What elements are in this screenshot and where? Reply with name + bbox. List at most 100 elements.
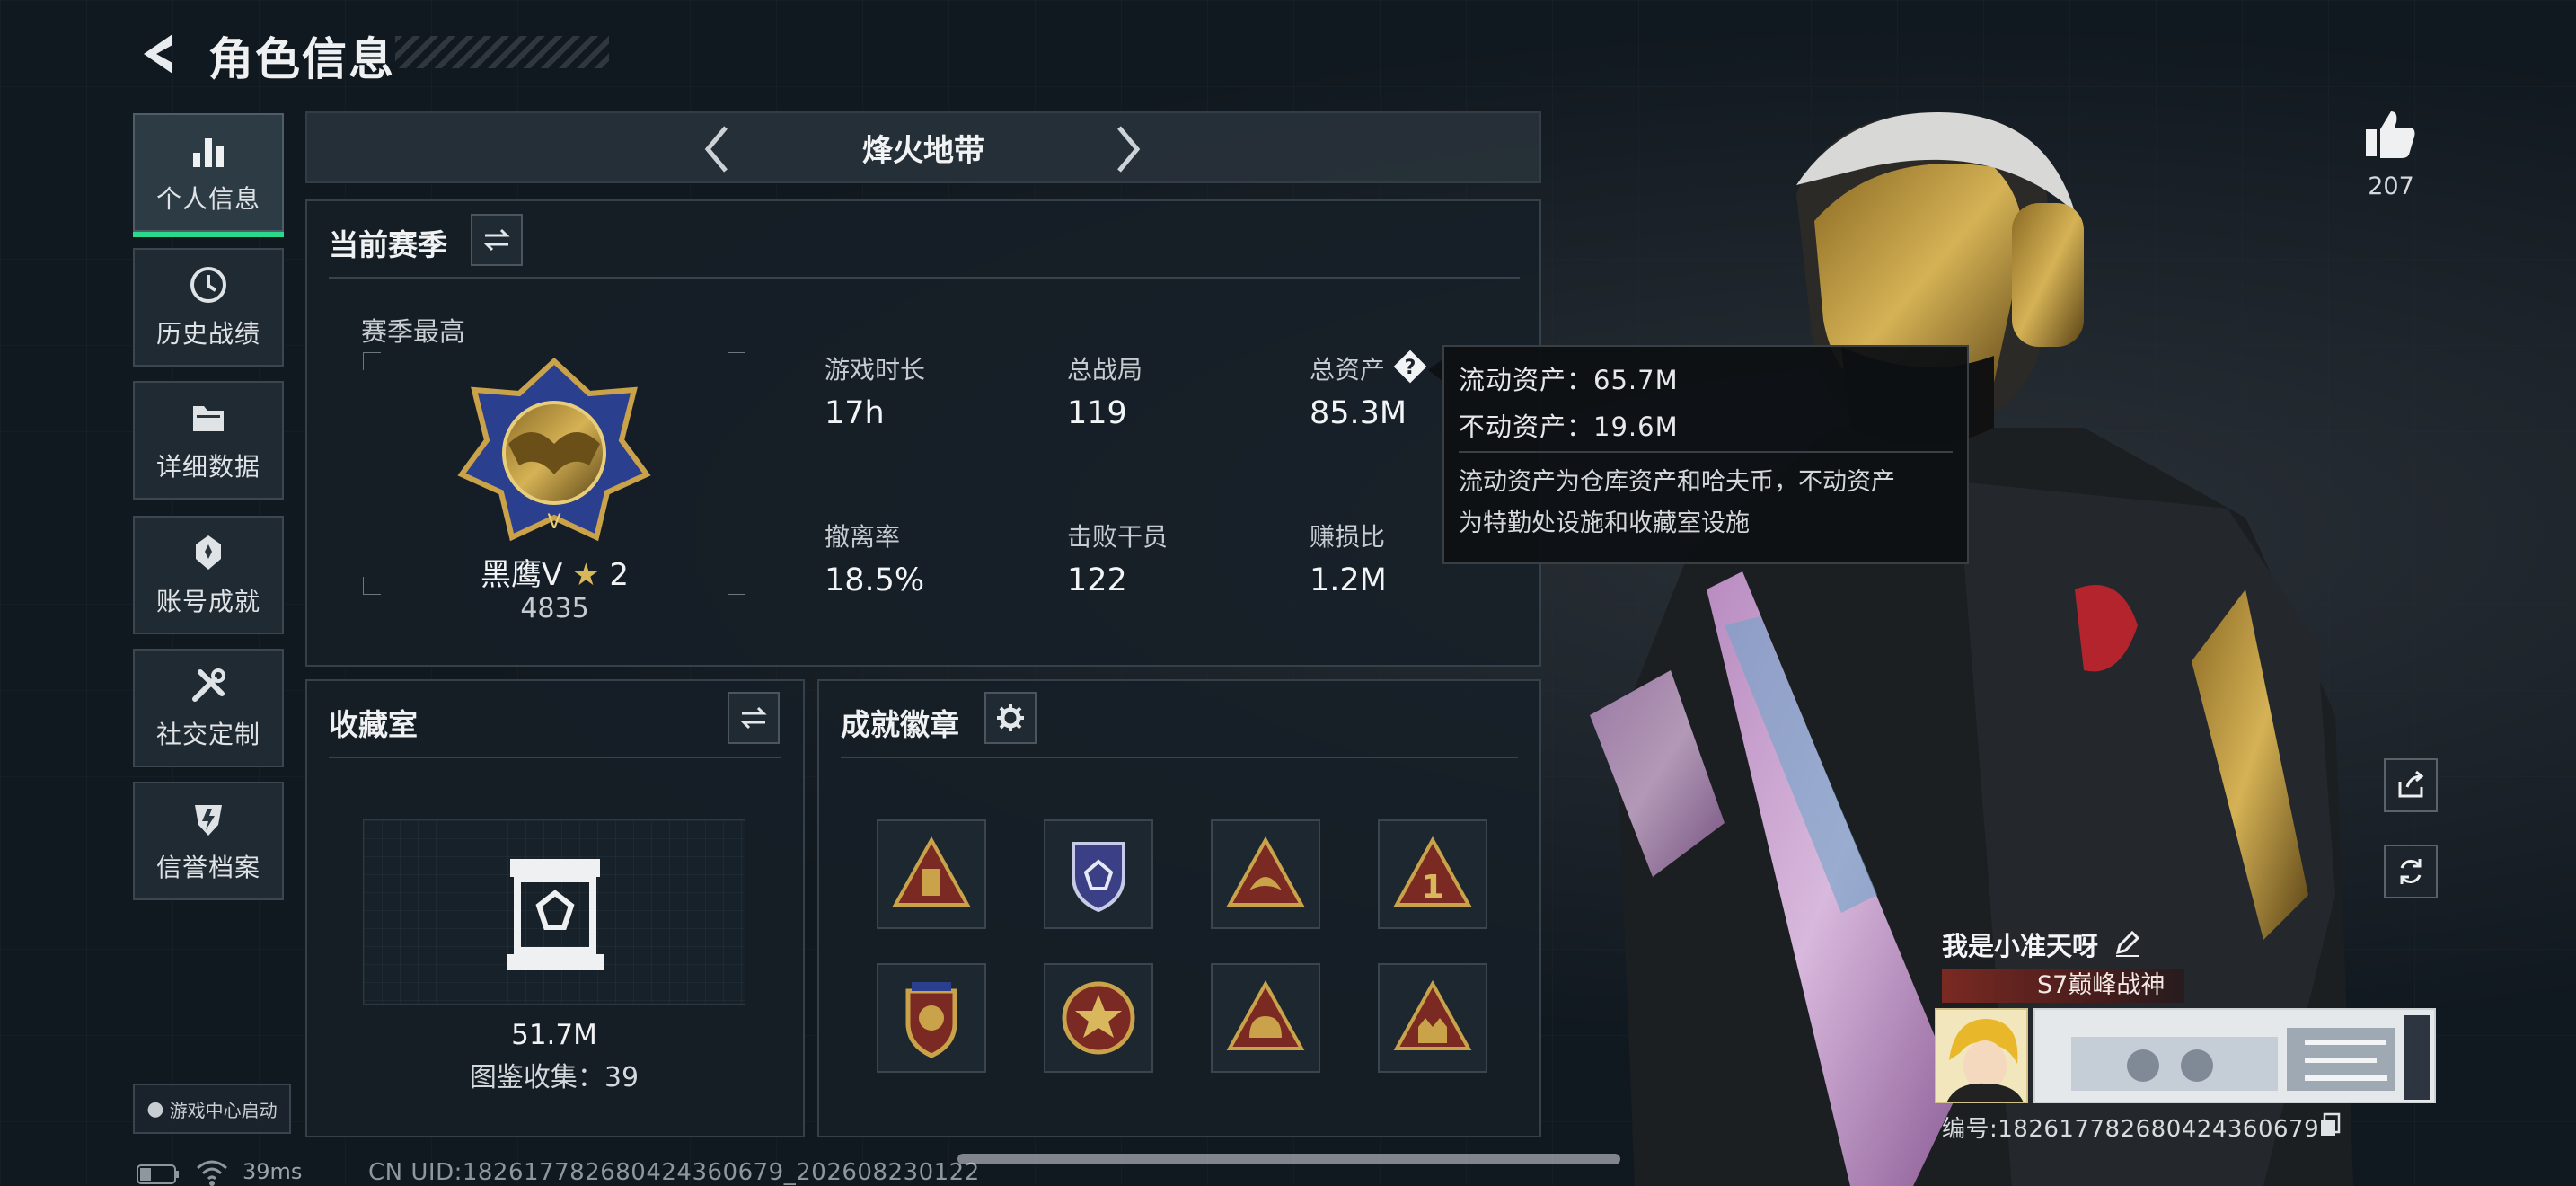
stat-label-playtime: 游戏时长 [825,355,926,385]
stat-value-playtime: 17h [825,395,885,431]
stat-value-matches: 119 [1067,395,1127,431]
tooltip-desc-line: 流动资产为仓库资产和哈夫币，不动资产 [1459,468,1895,496]
uid-text: CN UID:182617782680424360679_20260823012… [368,1159,980,1186]
stat-value-kills: 122 [1067,562,1127,598]
avatar[interactable] [1935,1008,2028,1103]
wifi-icon [197,1160,227,1186]
achievements-settings-button[interactable] [984,692,1037,744]
refresh-button[interactable] [2384,845,2438,898]
avatar-image [1936,1010,2026,1102]
stat-value-profit-ratio: 1.2M [1310,562,1387,598]
sidebar-item-reputation[interactable]: 信誉档案 [133,782,284,900]
achievement-badge[interactable] [1211,819,1320,929]
star-seal-badge-icon [1062,981,1135,1055]
stat-label-matches: 总战局 [1067,355,1143,385]
game-center-launch[interactable]: ● 游戏中心启动 [133,1084,291,1134]
season-title: 当前赛季 [329,227,447,262]
mode-label: 烽火地带 [862,133,984,169]
share-icon [2398,770,2424,798]
collection-divider [329,757,781,758]
player-name: 我是小准天呀 [1942,931,2099,961]
stat-value-extract-rate: 18.5% [825,562,925,598]
triangle-dragon-badge-icon [1226,836,1305,907]
page-title: 角色信息 [208,33,395,85]
tooltip-fixed-assets: 不动资产：19.6M [1459,412,1679,442]
shield-icon [195,805,222,836]
share-button[interactable] [2384,758,2438,812]
thumbs-up-icon[interactable] [2362,106,2418,162]
tooltip-divider [1459,451,1953,453]
bar-chart-icon [193,138,224,167]
achievement-badge[interactable] [877,819,986,929]
sidebar-item-label: 详细数据 [155,452,260,482]
season-switch-button[interactable] [471,214,523,266]
svg-text:?: ? [1405,357,1416,379]
home-indicator[interactable] [957,1154,1620,1164]
achievements-title: 成就徽章 [841,707,959,742]
sidebar-item-label: 个人信息 [155,184,260,214]
collection-value: 51.7M [511,1019,597,1051]
sidebar-item-label: 信誉档案 [155,853,260,882]
triangle-helmet-badge-icon [1226,979,1305,1050]
rank-stars: 2 [609,557,629,593]
gear-icon [997,704,1024,731]
sidebar-item-label: 历史战绩 [155,319,260,349]
player-name-card[interactable] [2033,1008,2436,1103]
chevron-right-icon[interactable] [1110,122,1146,176]
stat-label-profit-ratio: 赚损比 [1310,522,1386,552]
refresh-icon [2400,859,2422,884]
back-arrow-icon[interactable] [135,29,180,79]
sidebar-item-social[interactable]: 社交定制 [133,649,284,767]
edit-icon[interactable] [2113,927,2143,958]
achievement-badge[interactable] [1378,963,1487,1073]
player-id: 编号:182617782680424360679 [1942,1116,2320,1143]
stat-label-extract-rate: 撤离率 [825,522,901,552]
triangle-figures-badge-icon [1393,979,1472,1050]
achievement-badge[interactable] [877,963,986,1073]
achievement-badge[interactable] [1044,963,1153,1073]
chevron-left-icon[interactable] [699,122,735,176]
achievement-icon [196,535,221,570]
rank-name-text: 黑鹰V [480,557,563,593]
help-icon[interactable]: ? [1390,347,1430,386]
swap-icon [483,228,510,252]
triangle-one-badge-icon: 1 [1393,836,1472,907]
svg-text:V: V [547,511,560,534]
tooltip-liquid-assets: 流动资产：65.7M [1459,365,1679,395]
swap-icon [740,706,767,730]
stat-value-assets: 85.3M [1310,395,1407,431]
history-icon [190,267,226,303]
sidebar-item-label: 账号成就 [155,587,260,616]
rank-score: 4835 [520,593,589,624]
player-title-badge: S7巅峰战神 [1942,969,2184,1003]
collection-title: 收藏室 [329,707,418,742]
collection-switch-button[interactable] [728,692,780,744]
ping-value: 39ms [243,1159,303,1184]
folder-icon [193,406,224,431]
achievement-badge[interactable]: 1 [1378,819,1487,929]
rank-name: 黑鹰V ★ 2 [395,550,714,594]
crest-badge-icon [905,982,957,1058]
like-count: 207 [2368,173,2414,200]
achievements-divider [841,757,1518,758]
achievement-badge[interactable] [1211,963,1320,1073]
battery-icon [137,1164,179,1184]
sidebar-item-details[interactable]: 详细数据 [133,381,284,500]
svg-text:1: 1 [1421,869,1443,906]
sidebar-item-personal-info[interactable]: 个人信息 [133,113,284,237]
sidebar-item-history[interactable]: 历史战绩 [133,248,284,367]
tooltip-caret [1428,359,1442,381]
tooltip-description: 流动资产为仓库资产和哈夫币，不动资产 为特勤处设施和收藏室设施 [1459,462,1958,544]
sidebar-item-achievements[interactable]: 账号成就 [133,516,284,634]
display-case-icon [507,859,604,970]
triangle-tower-badge-icon [892,836,971,907]
star-icon: ★ [572,557,600,593]
achievement-badge[interactable] [1044,819,1153,929]
title-decoration [395,36,609,68]
game-center-label: 游戏中心启动 [169,1099,278,1121]
stat-label-assets: 总资产 [1310,355,1386,385]
qq-icon: ● [146,1097,164,1120]
season-divider [329,277,1520,279]
tooltip-desc-line: 为特勤处设施和收藏室设施 [1459,509,1750,537]
copy-icon[interactable] [2319,1112,2341,1137]
